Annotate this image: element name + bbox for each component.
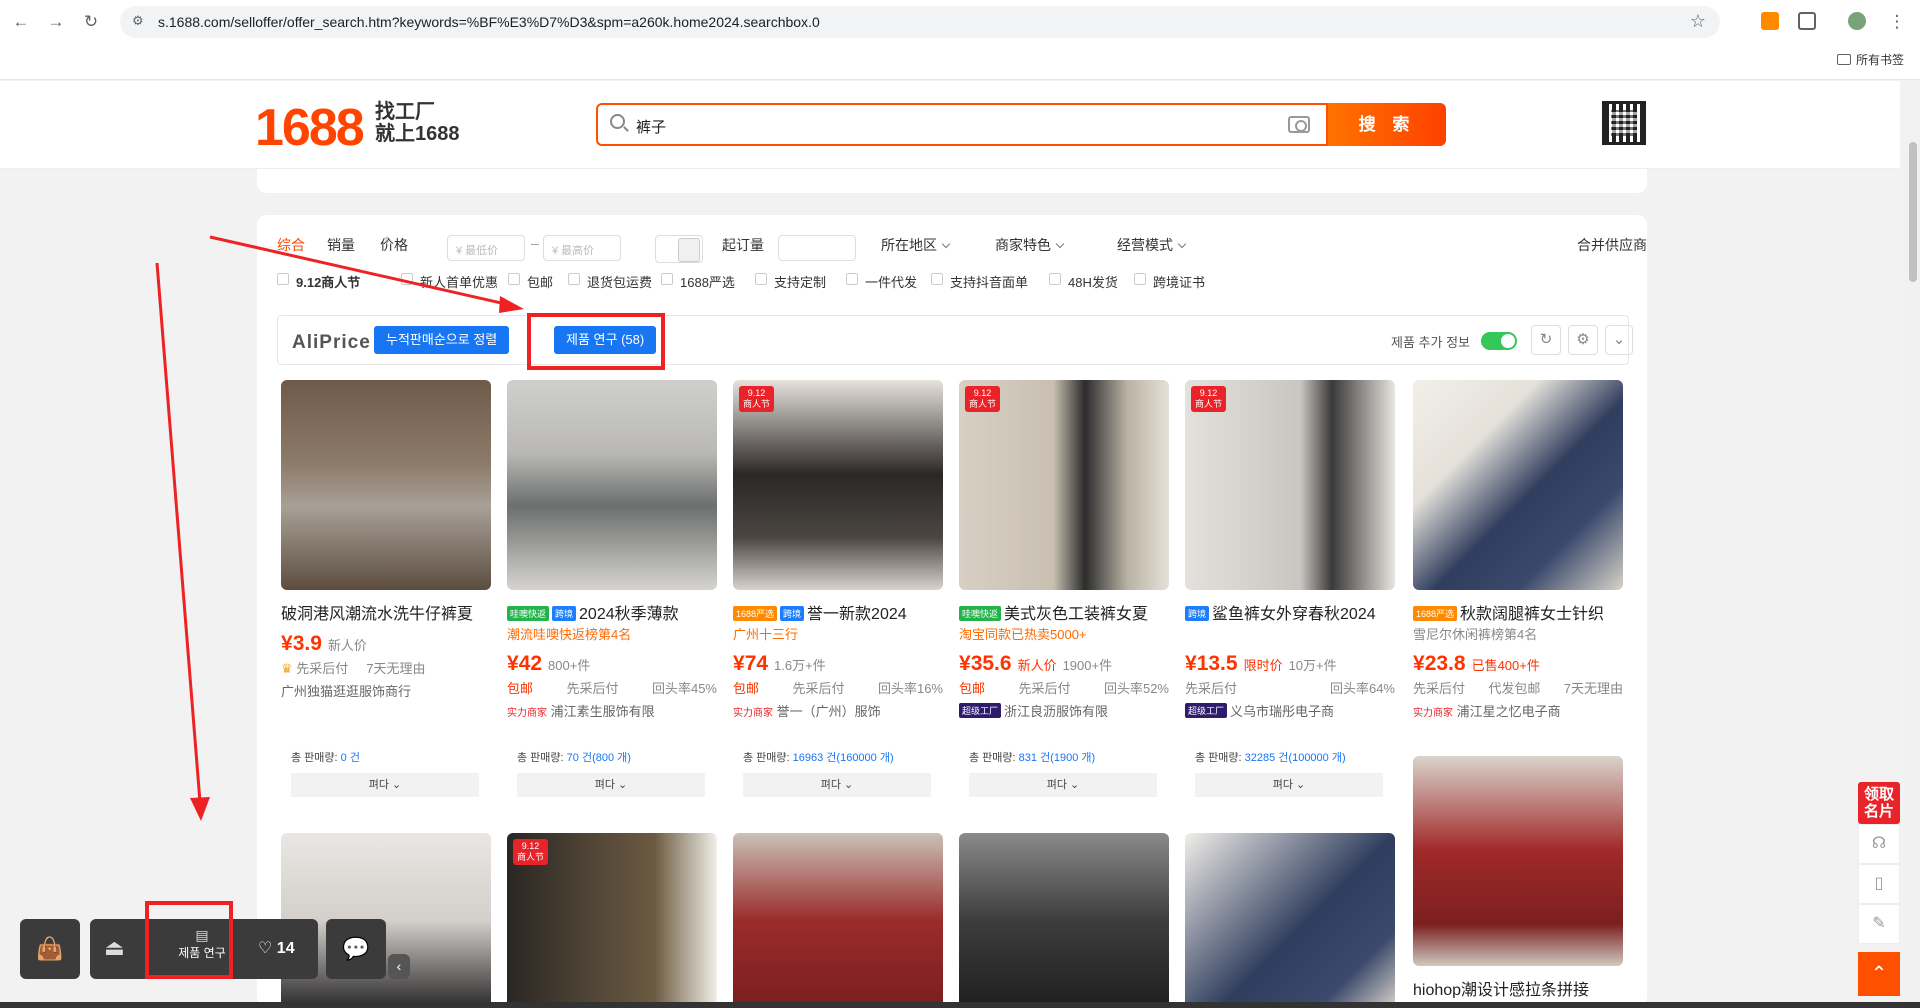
arrow-to-dock bbox=[155, 262, 202, 803]
arrowhead bbox=[190, 797, 210, 821]
arrow-to-research-button bbox=[209, 235, 511, 307]
annotation-arrows bbox=[155, 235, 524, 821]
arrowhead bbox=[499, 296, 524, 313]
